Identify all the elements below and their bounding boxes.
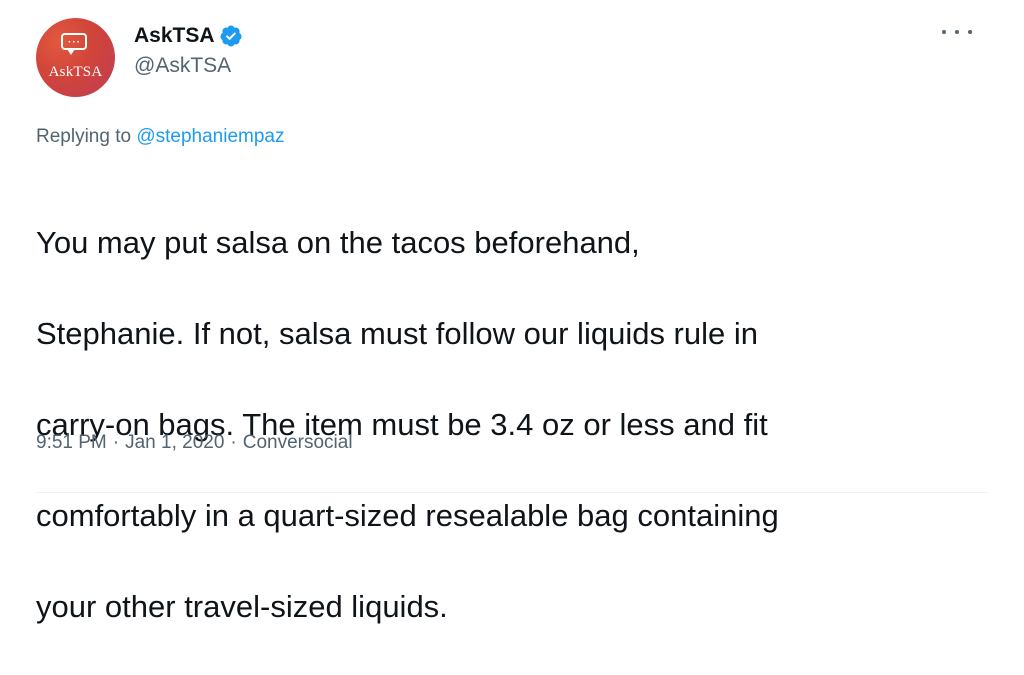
avatar-logo-text: AskTSA bbox=[48, 64, 103, 80]
replying-to: Replying to @stephaniempaz bbox=[36, 126, 285, 148]
tweet-text-line: comfortably in a quart-sized resealable … bbox=[36, 497, 779, 533]
tweet-source-link[interactable]: Conversocial bbox=[243, 432, 353, 454]
tweet-text: You may put salsa on the tacos beforehan… bbox=[36, 174, 996, 675]
display-name[interactable]: AskTSA bbox=[134, 24, 215, 48]
tweet-text-line: Stephanie. If not, salsa must follow our… bbox=[36, 315, 758, 351]
tweet-card: ··· AskTSA AskTSA @AskTSA Replying to @s… bbox=[0, 0, 1024, 624]
tweet-meta: 9:51 PM · Jan 1, 2020 · Conversocial bbox=[36, 432, 353, 454]
replying-prefix: Replying to bbox=[36, 126, 132, 147]
tweet-text-line: your other travel-sized liquids. bbox=[36, 588, 448, 624]
tweet-time-link[interactable]: 9:51 PM bbox=[36, 432, 107, 454]
divider bbox=[36, 492, 988, 493]
verified-badge-icon bbox=[220, 25, 242, 47]
author-name-row: AskTSA bbox=[134, 20, 243, 52]
author-handle[interactable]: @AskTSA bbox=[134, 54, 231, 78]
meta-separator: · bbox=[230, 432, 237, 453]
avatar[interactable]: ··· AskTSA bbox=[36, 18, 115, 97]
more-options-icon[interactable] bbox=[942, 22, 972, 42]
meta-separator: · bbox=[112, 432, 120, 453]
reply-mention-link[interactable]: @stephaniempaz bbox=[136, 126, 284, 147]
tweet-text-line: You may put salsa on the tacos beforehan… bbox=[36, 224, 640, 260]
tweet-date-link[interactable]: Jan 1, 2020 bbox=[125, 432, 224, 454]
chat-bubble-icon: ··· bbox=[61, 33, 87, 55]
